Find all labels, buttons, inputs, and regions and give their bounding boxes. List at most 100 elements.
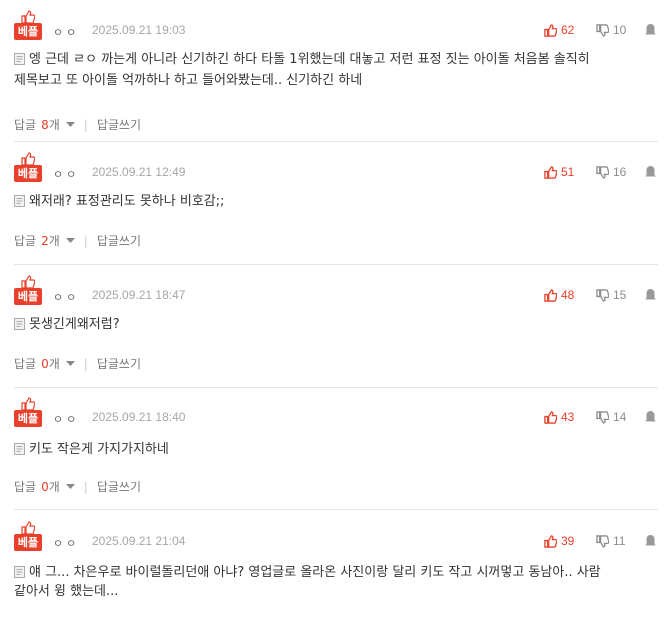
reply-unit: 개 — [48, 357, 60, 371]
document-icon — [14, 443, 25, 455]
report-icon[interactable] — [645, 288, 656, 300]
reply-unit: 개 — [48, 118, 60, 132]
author-name[interactable]: ㅇㅇ — [53, 411, 79, 427]
thumbs-down-icon — [596, 288, 609, 302]
reply-count: 2 — [41, 233, 49, 248]
author-name[interactable]: ㅇㅇ — [53, 289, 79, 305]
upvote-button[interactable]: 43 — [544, 409, 574, 425]
upvote-count: 43 — [561, 410, 575, 424]
thumbs-down-icon — [596, 534, 609, 548]
reply-toggle[interactable]: 답글 0 개 — [14, 478, 75, 495]
thumbs-up-icon — [544, 288, 557, 302]
downvote-button[interactable]: 10 — [596, 22, 626, 38]
comment-text: 못생긴게왜저럼? — [29, 317, 120, 332]
comment-divider — [14, 387, 658, 388]
comment-text-line: 왜저래? 표정관리도 못하나 비호감;; — [14, 191, 225, 213]
reply-unit: 개 — [48, 234, 60, 248]
reply-bar: 답글 8 개 | 답글쓰기 — [14, 116, 141, 133]
comment-text: 같아서 윙 했는데... — [14, 584, 119, 599]
caret-down-icon — [65, 360, 75, 366]
separator: | — [83, 356, 88, 371]
best-badge-label: 베플 — [14, 534, 42, 551]
thumbs-up-icon — [21, 521, 35, 535]
reply-toggle[interactable]: 답글 2 개 — [14, 232, 75, 249]
upvote-button[interactable]: 51 — [544, 164, 574, 180]
thumbs-up-icon — [544, 534, 557, 548]
write-reply-button[interactable]: 답글쓰기 — [97, 232, 141, 249]
downvote-count: 11 — [613, 534, 626, 548]
separator: | — [83, 117, 88, 132]
upvote-button[interactable]: 39 — [544, 533, 574, 549]
thumbs-up-icon — [21, 397, 35, 411]
reply-toggle[interactable]: 답글 8 개 — [14, 116, 75, 133]
report-icon[interactable] — [645, 23, 656, 35]
caret-down-icon — [65, 483, 75, 489]
downvote-count: 16 — [613, 165, 627, 179]
best-badge-label: 베플 — [14, 410, 42, 427]
downvote-button[interactable]: 11 — [596, 533, 625, 549]
separator: | — [83, 479, 88, 494]
thumbs-down-icon — [596, 410, 609, 424]
upvote-count: 62 — [561, 23, 575, 37]
best-badge-label: 베플 — [14, 165, 42, 182]
report-icon[interactable] — [645, 534, 656, 546]
caret-down-icon — [65, 237, 75, 243]
downvote-button[interactable]: 16 — [596, 164, 626, 180]
best-badge-label: 베플 — [14, 288, 42, 305]
comment-date: 2025.09.21 19:03 — [92, 23, 186, 37]
best-comment-badge: 베플 — [14, 521, 42, 552]
document-icon — [14, 318, 25, 330]
document-icon — [14, 53, 25, 65]
best-badge-label: 베플 — [14, 23, 42, 40]
separator: | — [83, 233, 88, 248]
thumbs-up-icon — [21, 10, 35, 24]
downvote-count: 15 — [613, 288, 627, 302]
document-icon — [14, 566, 25, 578]
reply-toggle[interactable]: 답글 0 개 — [14, 355, 75, 372]
comment-text-line: 못생긴게왜저럼? — [14, 314, 120, 336]
downvote-button[interactable]: 15 — [596, 287, 626, 303]
comment-divider — [14, 264, 658, 265]
comment-text-line: 엥 근데 ㄹㅇ 까는게 아니라 신기하긴 하다 타돌 1위했는데 대놓고 저런 … — [14, 49, 590, 71]
reply-label: 답글 — [14, 480, 37, 494]
thumbs-up-icon — [544, 410, 557, 424]
author-name[interactable]: ㅇㅇ — [53, 24, 79, 40]
author-name[interactable]: ㅇㅇ — [53, 535, 79, 551]
downvote-button[interactable]: 14 — [596, 409, 626, 425]
comment-date: 2025.09.21 18:40 — [92, 410, 186, 424]
thumbs-up-icon — [544, 23, 557, 37]
comment-text-line: 키도 작은게 가지가지하네 — [14, 439, 169, 461]
reply-unit: 개 — [48, 480, 60, 494]
best-comment-badge: 베플 — [14, 10, 42, 41]
comment-date: 2025.09.21 18:47 — [92, 288, 186, 302]
write-reply-button[interactable]: 답글쓰기 — [97, 355, 141, 372]
downvote-count: 14 — [613, 410, 627, 424]
write-reply-button[interactable]: 답글쓰기 — [97, 116, 141, 133]
comment-text: 키도 작은게 가지가지하네 — [29, 442, 169, 457]
comment-text: 얘 그... 차은우로 바이럴돌리던애 아냐? 영업글로 올라온 사진이랑 달리… — [29, 565, 601, 580]
author-name[interactable]: ㅇㅇ — [53, 166, 79, 182]
thumbs-up-icon — [21, 152, 35, 166]
reply-bar: 답글 0 개 | 답글쓰기 — [14, 355, 141, 372]
report-icon[interactable] — [645, 165, 656, 177]
best-comment-badge: 베플 — [14, 152, 42, 183]
comment-text: 왜저래? 표정관리도 못하나 비호감;; — [29, 194, 225, 209]
reply-bar: 답글 0 개 | 답글쓰기 — [14, 478, 141, 495]
comment-text: 엥 근데 ㄹㅇ 까는게 아니라 신기하긴 하다 타돌 1위했는데 대놓고 저런 … — [29, 52, 590, 67]
reply-count: 8 — [41, 117, 49, 132]
reply-count: 0 — [41, 356, 49, 371]
reply-bar: 답글 2 개 | 답글쓰기 — [14, 232, 141, 249]
caret-down-icon — [65, 121, 75, 127]
write-reply-button[interactable]: 답글쓰기 — [97, 478, 141, 495]
upvote-button[interactable]: 62 — [544, 22, 574, 38]
comment-divider — [14, 509, 658, 510]
thumbs-up-icon — [21, 275, 35, 289]
comment-text-line: 같아서 윙 했는데... — [14, 581, 118, 603]
reply-label: 답글 — [14, 234, 37, 248]
report-icon[interactable] — [645, 410, 656, 422]
downvote-count: 10 — [613, 23, 627, 37]
upvote-count: 39 — [561, 534, 575, 548]
comment-date: 2025.09.21 12:49 — [92, 165, 186, 179]
upvote-button[interactable]: 48 — [544, 287, 574, 303]
document-icon — [14, 195, 25, 207]
